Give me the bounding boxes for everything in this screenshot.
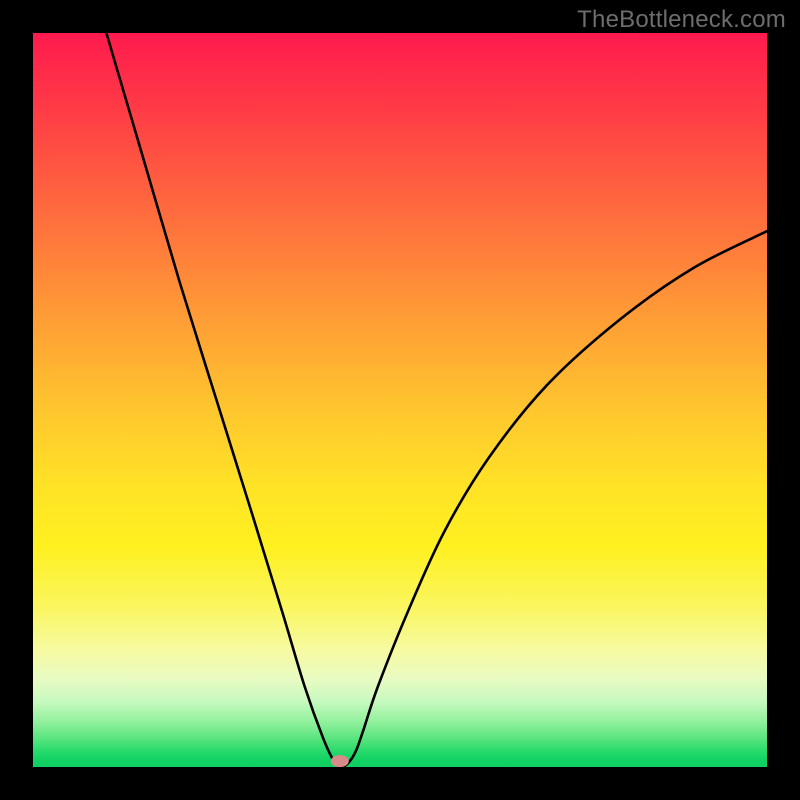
optimal-point-marker bbox=[331, 755, 349, 767]
watermark-text: TheBottleneck.com bbox=[577, 6, 786, 34]
bottleneck-curve bbox=[33, 33, 767, 767]
plot-area bbox=[33, 33, 767, 767]
chart-frame: TheBottleneck.com bbox=[0, 0, 800, 800]
